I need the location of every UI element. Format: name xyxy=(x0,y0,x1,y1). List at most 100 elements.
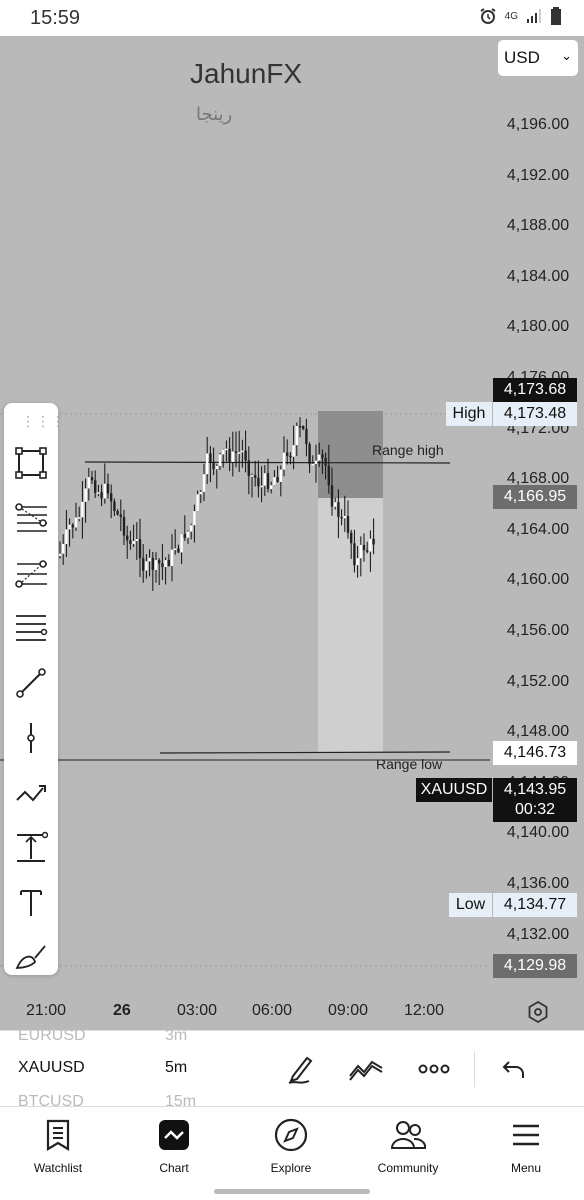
horizontal-lines-icon[interactable] xyxy=(11,608,51,648)
price-axis-label: 4,164.00 xyxy=(506,520,570,538)
text-icon[interactable] xyxy=(11,883,51,923)
candle-body xyxy=(302,426,305,429)
candle-body xyxy=(84,488,87,502)
currency-value: USD xyxy=(504,48,540,67)
timeframe-option[interactable]: 3m xyxy=(165,1027,187,1045)
price-axis-label: 4,152.00 xyxy=(506,672,570,690)
price-axis-label: 4,156.00 xyxy=(506,622,570,639)
drag-handle-icon[interactable]: ⋮⋮⋮ xyxy=(21,413,66,430)
symbol-selected[interactable]: XAUUSD xyxy=(18,1059,85,1077)
candle-body xyxy=(247,460,250,477)
rectangle-icon[interactable] xyxy=(11,443,51,483)
range-high-label[interactable]: Range high xyxy=(372,442,444,458)
candle-body xyxy=(305,428,308,445)
candle-body xyxy=(58,553,62,556)
candle-body xyxy=(353,543,356,566)
candle-body xyxy=(116,511,119,515)
fib-extension-icon[interactable] xyxy=(11,553,51,593)
status-icons: 4G xyxy=(479,7,562,25)
network-type: 4G xyxy=(504,10,518,22)
candle-body xyxy=(126,535,129,541)
nav-watchlist[interactable]: Watchlist xyxy=(8,1115,108,1175)
price-axis-label: 4,180.00 xyxy=(506,318,570,336)
path-icon[interactable] xyxy=(11,773,51,813)
candle-body xyxy=(340,516,343,519)
candle-body xyxy=(110,493,113,502)
candle-body xyxy=(292,445,295,457)
candle-body xyxy=(129,540,132,544)
high-value-tag: 4,173.48 xyxy=(493,402,577,426)
chart-icon xyxy=(124,1115,224,1155)
candle-body xyxy=(369,538,372,552)
undo-icon[interactable] xyxy=(494,1049,534,1089)
candle-body xyxy=(314,460,318,464)
candle-body xyxy=(170,549,174,567)
signal-icon xyxy=(527,9,541,23)
indicators-icon[interactable] xyxy=(346,1049,386,1089)
candle-body xyxy=(362,544,366,551)
timeframe-selected[interactable]: 5m xyxy=(165,1059,187,1077)
candle-body xyxy=(180,533,183,553)
candle-body xyxy=(311,463,314,466)
candle-body xyxy=(65,529,68,545)
candle-body xyxy=(148,557,151,562)
time-label: 21:00 xyxy=(26,1002,67,1019)
chevron-down-icon: ⌄ xyxy=(561,48,572,63)
candle-body xyxy=(145,561,148,571)
nav-label: Watchlist xyxy=(33,1161,83,1175)
candle-body xyxy=(228,448,231,462)
candle-body xyxy=(81,501,84,518)
candle-body xyxy=(276,477,279,482)
price-range-icon[interactable] xyxy=(11,828,51,868)
candle-body xyxy=(266,473,270,489)
time-label: 06:00 xyxy=(252,1002,293,1019)
candle-body xyxy=(154,560,158,570)
range-low-line xyxy=(159,751,451,754)
candle-body xyxy=(346,516,350,533)
settings-hexagon-icon[interactable] xyxy=(526,1000,550,1024)
brush-icon[interactable] xyxy=(11,935,51,975)
trend-line-icon[interactable] xyxy=(11,663,51,703)
nav-community[interactable]: Community xyxy=(358,1115,458,1175)
low-value-tag: 4,134.77 xyxy=(493,893,577,917)
fib-retracement-icon[interactable] xyxy=(11,498,51,538)
candle-body xyxy=(359,544,362,559)
candle-body xyxy=(218,454,222,466)
vertical-line-icon[interactable] xyxy=(11,718,51,758)
candle-body xyxy=(87,477,90,489)
draw-icon[interactable] xyxy=(280,1049,320,1089)
candle-body xyxy=(321,454,324,458)
candle-body xyxy=(113,501,116,512)
currency-select[interactable]: USD ⌄ xyxy=(498,40,578,76)
candle-body xyxy=(286,452,289,456)
price-axis-label: 4,140.00 xyxy=(506,824,570,842)
price-axis-label: 4,188.00 xyxy=(506,217,570,235)
price-axis-label: 4,148.00 xyxy=(506,723,570,741)
compass-icon xyxy=(241,1115,341,1155)
candle-body xyxy=(212,461,215,470)
candle-body xyxy=(295,426,298,446)
candle-body xyxy=(90,477,94,481)
price-axis-label: 4,192.00 xyxy=(506,166,570,184)
nav-chart[interactable]: Chart xyxy=(124,1115,224,1175)
chart-area[interactable]: JahunFX رینجا USD ⌄ 4,196.00 4,192.00 4,18… xyxy=(0,36,584,1030)
candle-body xyxy=(273,477,276,486)
low-label-tag: Low xyxy=(449,893,492,917)
divider xyxy=(474,1051,475,1087)
candle-body xyxy=(68,524,71,530)
symbol-option[interactable]: EURUSD xyxy=(18,1027,86,1045)
nav-label: Community xyxy=(377,1161,439,1175)
candle-body xyxy=(193,511,196,526)
candle-body xyxy=(62,544,65,554)
more-icon[interactable] xyxy=(414,1049,454,1089)
candle-body xyxy=(356,558,359,566)
candle-body xyxy=(343,516,346,519)
candle-body xyxy=(209,453,212,462)
home-indicator[interactable] xyxy=(214,1189,370,1194)
nav-menu[interactable]: Menu xyxy=(476,1115,576,1175)
range-low-label[interactable]: Range low xyxy=(376,756,442,772)
time-axis[interactable]: 21:00 26 03:00 06:00 09:00 12:00 xyxy=(0,994,584,1030)
candle-body xyxy=(257,477,260,487)
nav-explore[interactable]: Explore xyxy=(241,1115,341,1175)
candle-body xyxy=(282,452,286,470)
